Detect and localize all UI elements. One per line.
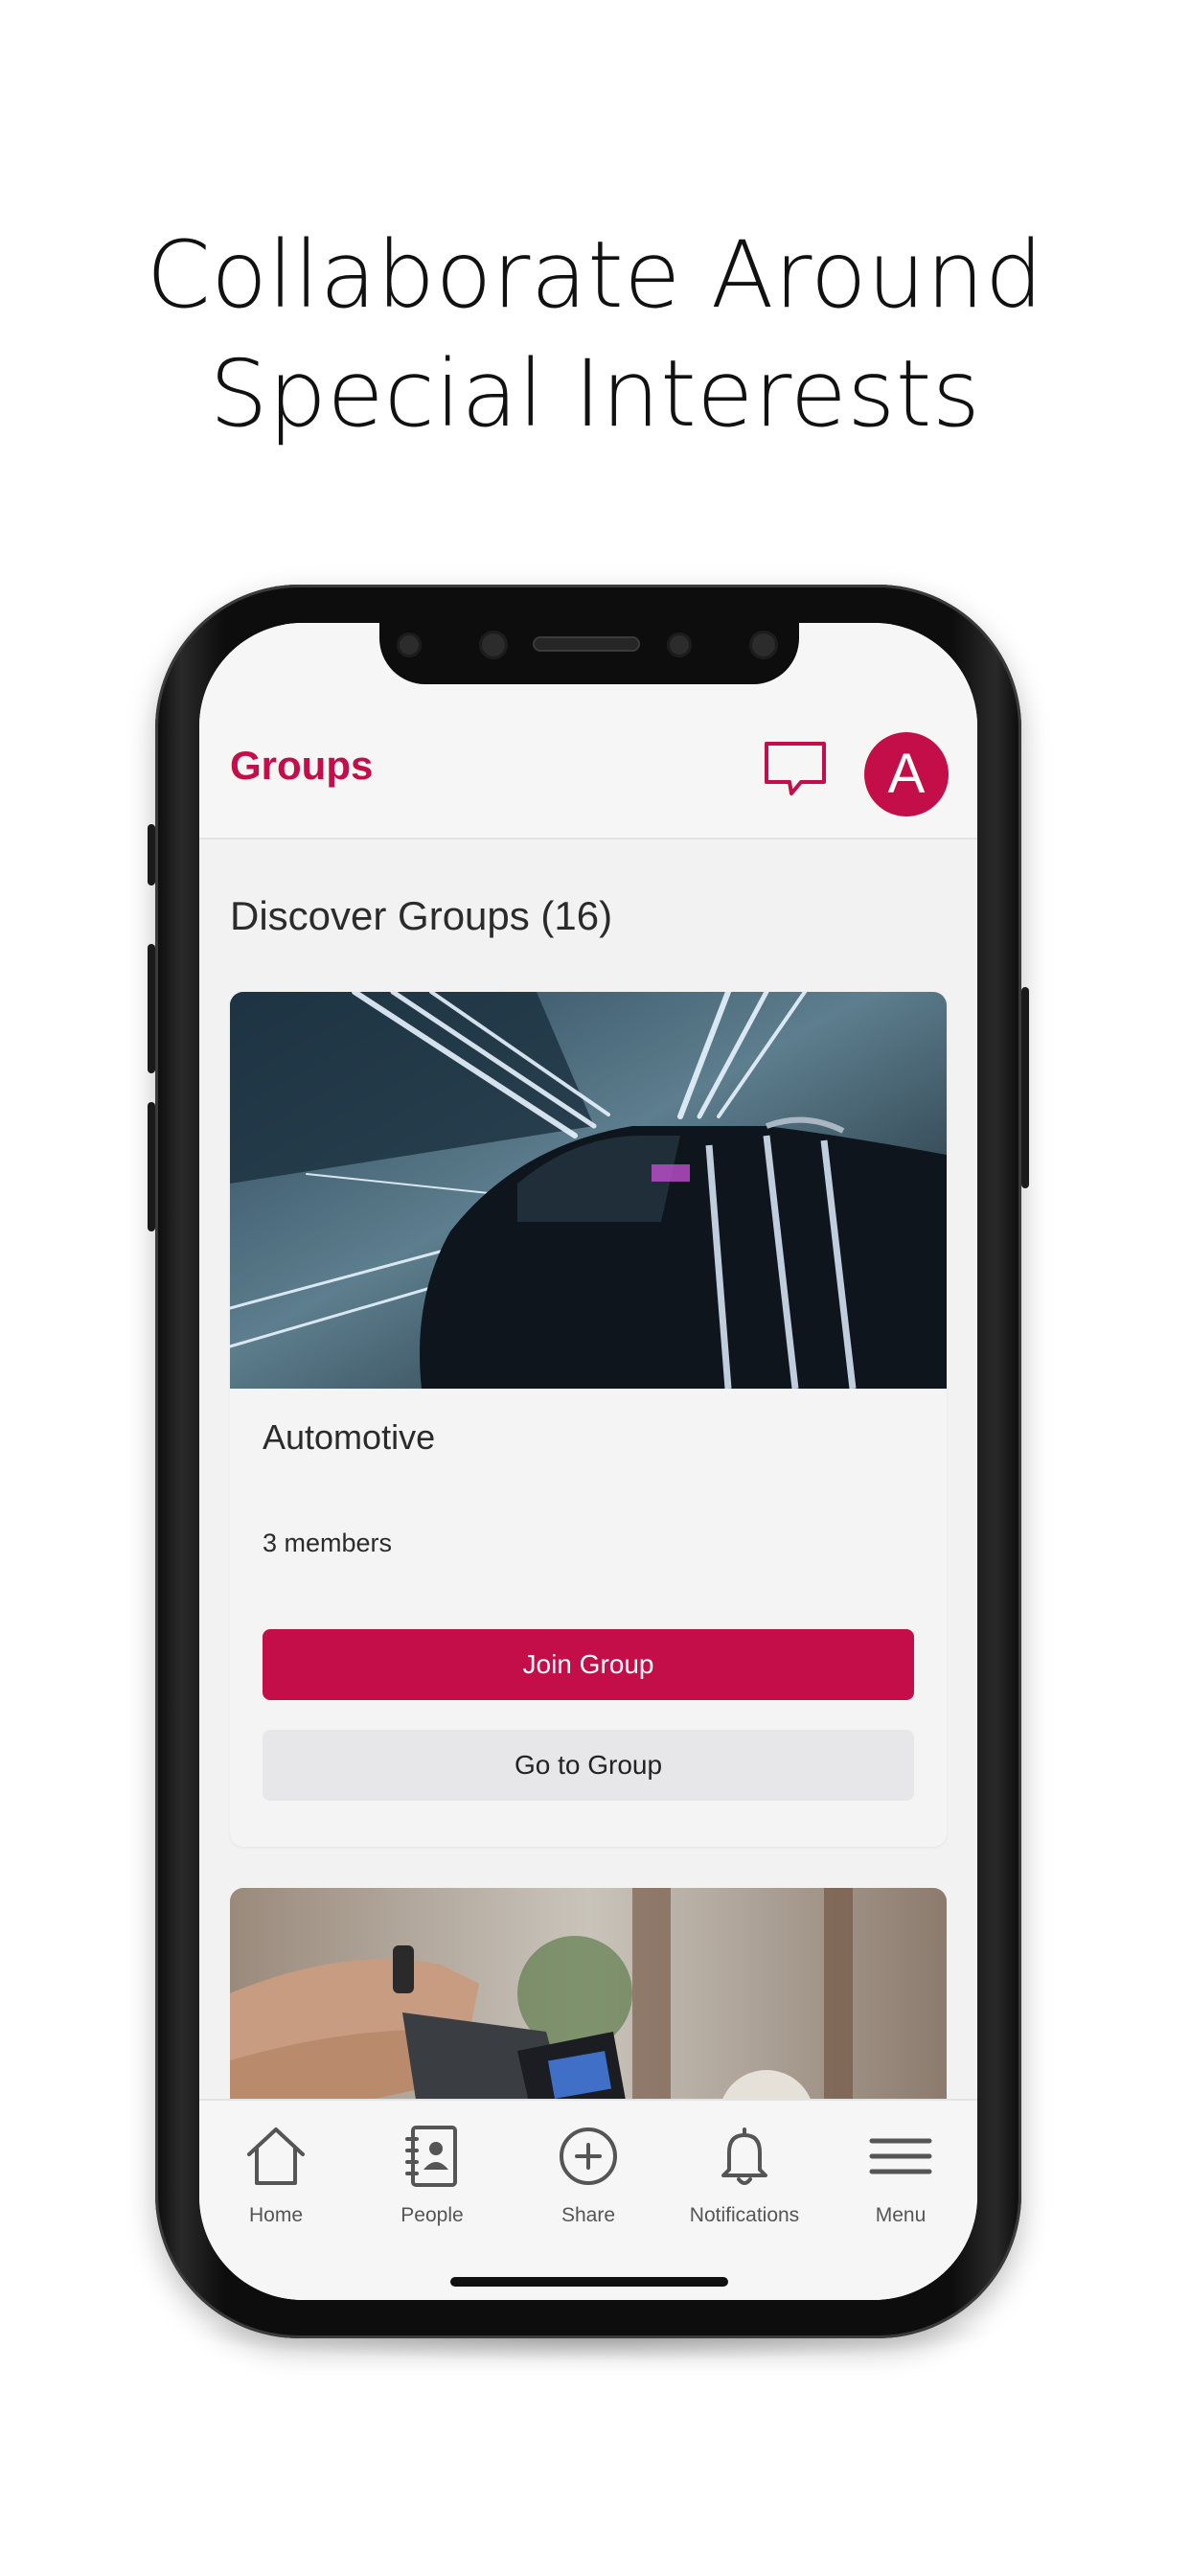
tab-share[interactable]: Share	[512, 2122, 665, 2227]
tab-home[interactable]: Home	[199, 2122, 353, 2227]
notch-sensor	[667, 632, 692, 657]
tab-notifications[interactable]: Notifications	[668, 2122, 821, 2227]
group-member-count: 3 members	[263, 1529, 393, 1557]
notch-speaker	[533, 636, 640, 652]
contacts-book-icon	[405, 2126, 457, 2187]
discover-groups-heading: Discover Groups (16)	[230, 893, 613, 938]
group-card-image	[230, 992, 947, 1389]
tab-label: Notifications	[689, 2204, 800, 2226]
plus-circle-icon	[560, 2128, 617, 2185]
chat-icon[interactable]	[763, 740, 828, 799]
home-indicator	[450, 2277, 728, 2287]
phone-side-button-silent	[148, 824, 155, 886]
tab-menu[interactable]: Menu	[824, 2122, 977, 2227]
tab-label: Share	[561, 2204, 616, 2226]
tab-label: People	[400, 2204, 464, 2226]
hamburger-menu-icon	[869, 2138, 932, 2174]
notch-camera	[479, 631, 508, 659]
tab-label: Home	[248, 2204, 304, 2226]
phone-side-button-volume-down	[148, 1102, 155, 1231]
phone-side-button-power	[1021, 987, 1029, 1188]
join-group-button[interactable]: Join Group	[263, 1629, 914, 1700]
phone-screen: Groups A Discover Groups (16) Automotive…	[199, 623, 977, 2300]
phone-notch	[379, 623, 799, 684]
bell-icon	[721, 2128, 767, 2185]
phone-side-button-volume-up	[148, 944, 155, 1073]
avatar[interactable]: A	[864, 732, 949, 816]
group-card: Automotive 3 members Join Group Go to Gr…	[230, 992, 947, 1847]
bottom-tab-bar: Home People Share Notifications Menu	[199, 2099, 977, 2300]
marketing-headline: Collaborate Around Special Interests	[0, 216, 1190, 453]
notch-sensor	[749, 631, 778, 659]
group-name: Automotive	[263, 1417, 436, 1457]
notch-sensor	[397, 632, 422, 657]
home-icon	[247, 2128, 305, 2185]
tab-people[interactable]: People	[355, 2122, 509, 2227]
go-to-group-button[interactable]: Go to Group	[263, 1730, 914, 1801]
headline-line-1: Collaborate Around	[146, 221, 1044, 329]
page-title: Groups	[230, 743, 374, 788]
tab-label: Menu	[875, 2204, 927, 2226]
headline-line-2: Special Interests	[209, 340, 981, 448]
